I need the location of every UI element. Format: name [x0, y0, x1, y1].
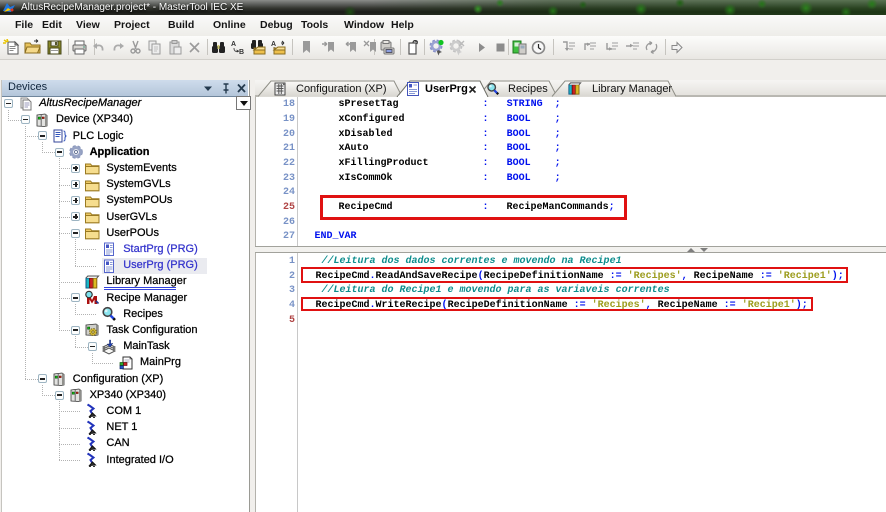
svg-text:A: A: [271, 41, 276, 48]
svg-text:A: A: [231, 41, 236, 48]
svg-text:B: B: [239, 49, 244, 56]
